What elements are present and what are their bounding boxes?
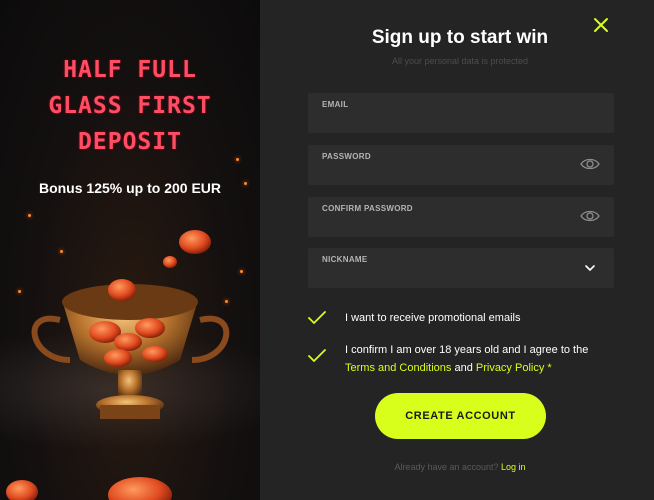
password-label: PASSWORD (322, 152, 371, 161)
email-label: EMAIL (322, 100, 349, 109)
login-link[interactable]: Log in (501, 462, 526, 472)
checkmark-icon[interactable] (308, 311, 326, 325)
form-subtitle: All your personal data is protected (391, 56, 529, 66)
password-field[interactable]: PASSWORD (308, 145, 614, 185)
confirm-password-label: CONFIRM PASSWORD (322, 204, 413, 213)
spark (236, 158, 239, 161)
email-field[interactable]: EMAIL (308, 93, 614, 133)
promo-panel: HALF FULL GLASS FIRST DEPOSIT Bonus 125%… (0, 0, 260, 500)
confirm-password-input[interactable] (322, 216, 572, 232)
nickname-field[interactable]: NICKNAME (308, 248, 614, 288)
signup-panel: Sign up to start win All your personal d… (260, 0, 654, 500)
promo-emails-label: I want to receive promotional emails (345, 312, 521, 324)
form-title: Sign up to start win (371, 27, 549, 48)
promo-title-line-3: DEPOSIT (78, 129, 182, 155)
promo-bonus-text: Bonus 125% up to 200 EUR (38, 180, 222, 196)
terms-link[interactable]: Terms and Conditions (345, 362, 451, 374)
checkmark-icon[interactable] (308, 349, 326, 363)
chevron-down-icon[interactable] (584, 262, 596, 274)
login-prompt-text: Already have an account? (394, 462, 499, 472)
age-terms-text: I confirm I am over 18 years old and I a… (345, 344, 589, 356)
confirm-password-field[interactable]: CONFIRM PASSWORD (308, 197, 614, 237)
privacy-policy-link[interactable]: Privacy Policy * (476, 362, 552, 374)
trophy-illustration (6, 230, 230, 500)
eye-icon[interactable] (580, 156, 600, 172)
create-account-button[interactable]: CREATE ACCOUNT (375, 393, 546, 439)
promo-title-line-1: HALF FULL (63, 57, 197, 83)
nickname-input[interactable] (322, 267, 572, 283)
password-input[interactable] (322, 164, 572, 180)
and-text: and (454, 362, 473, 374)
promo-title: HALF FULL GLASS FIRST DEPOSIT (0, 52, 260, 160)
spark (244, 182, 247, 185)
age-terms-label: I confirm I am over 18 years old and I a… (345, 341, 625, 377)
email-input[interactable] (322, 112, 572, 128)
nickname-label: NICKNAME (322, 255, 368, 264)
eye-icon[interactable] (580, 208, 600, 224)
login-prompt-row: Already have an account? Log in (260, 462, 654, 472)
promo-title-line-2: GLASS FIRST (48, 93, 212, 119)
